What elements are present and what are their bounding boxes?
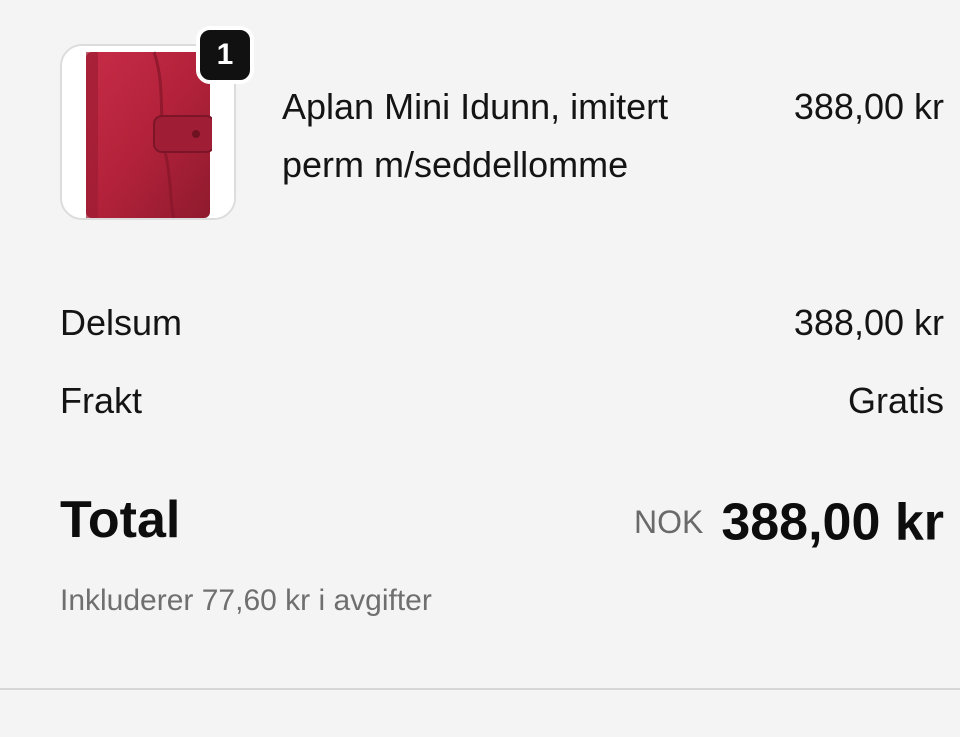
- subtotal-value: 388,00 kr: [793, 302, 944, 343]
- product-price: 388,00 kr: [793, 86, 944, 127]
- quantity-badge: 1: [196, 26, 254, 84]
- cart-line-item: 1 Aplan Mini Idunn, imitert perm m/sedde…: [60, 26, 944, 226]
- subtotal-label: Delsum: [60, 302, 183, 343]
- tax-note: Inkluderer 77,60 kr i avgifter: [60, 584, 432, 617]
- shipping-label: Frakt: [60, 380, 143, 421]
- currency-code: NOK: [634, 504, 704, 541]
- total-row: Total NOK 388,00 kr: [60, 488, 944, 554]
- shipping-value: Gratis: [847, 380, 944, 421]
- subtotal-row: Delsum 388,00 kr: [60, 302, 944, 350]
- shipping-row: Frakt Gratis: [60, 380, 944, 428]
- total-amount: NOK 388,00 kr: [634, 488, 944, 554]
- order-summary: 1 Aplan Mini Idunn, imitert perm m/sedde…: [0, 0, 960, 737]
- total-value: 388,00 kr: [721, 493, 944, 552]
- product-title: Aplan Mini Idunn, imitert perm m/seddell…: [282, 86, 669, 185]
- total-label: Total: [60, 491, 181, 549]
- divider: [0, 688, 960, 690]
